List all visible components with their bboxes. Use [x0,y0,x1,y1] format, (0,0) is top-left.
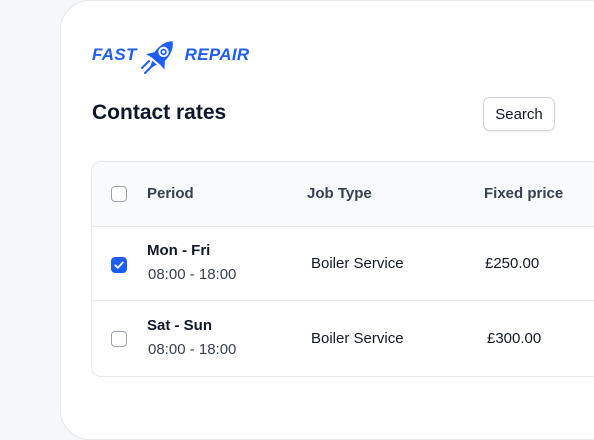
search-button[interactable]: Search [483,97,555,131]
checkmark-icon [114,261,124,269]
select-all-checkbox[interactable] [111,186,127,202]
period-hours: 08:00 - 18:00 [148,266,237,283]
job-type-cell: Boiler Service [311,255,404,272]
column-header-fixed-price[interactable]: Fixed price [484,185,563,202]
period-days: Sat - Sun [147,317,213,334]
rocket-icon [140,41,173,74]
price-cell: £250.00 [485,255,540,272]
page-title: Contact rates [92,101,227,124]
table-row[interactable]: Mon - Fri 08:00 - 18:00 Boiler Service £… [92,226,594,301]
brand-logo[interactable]: FAST REPAIR [92,34,249,76]
column-header-period[interactable]: Period [147,185,194,202]
logo-text-right: REPAIR [184,45,250,64]
column-header-job-type[interactable]: Job Type [307,185,372,202]
rates-table: Period Job Type Fixed price Mon - Fri 08… [91,161,594,377]
period-hours: 08:00 - 18:00 [148,341,237,358]
row-checkbox[interactable] [111,257,127,273]
price-cell: £300.00 [487,330,542,347]
table-row[interactable]: Sat - Sun 08:00 - 18:00 Boiler Service £… [92,301,594,375]
row-checkbox[interactable] [111,331,127,347]
period-days: Mon - Fri [147,242,211,259]
table-header: Period Job Type Fixed price [92,162,594,227]
job-type-cell: Boiler Service [311,330,404,347]
logo-text-left: FAST [92,45,137,64]
